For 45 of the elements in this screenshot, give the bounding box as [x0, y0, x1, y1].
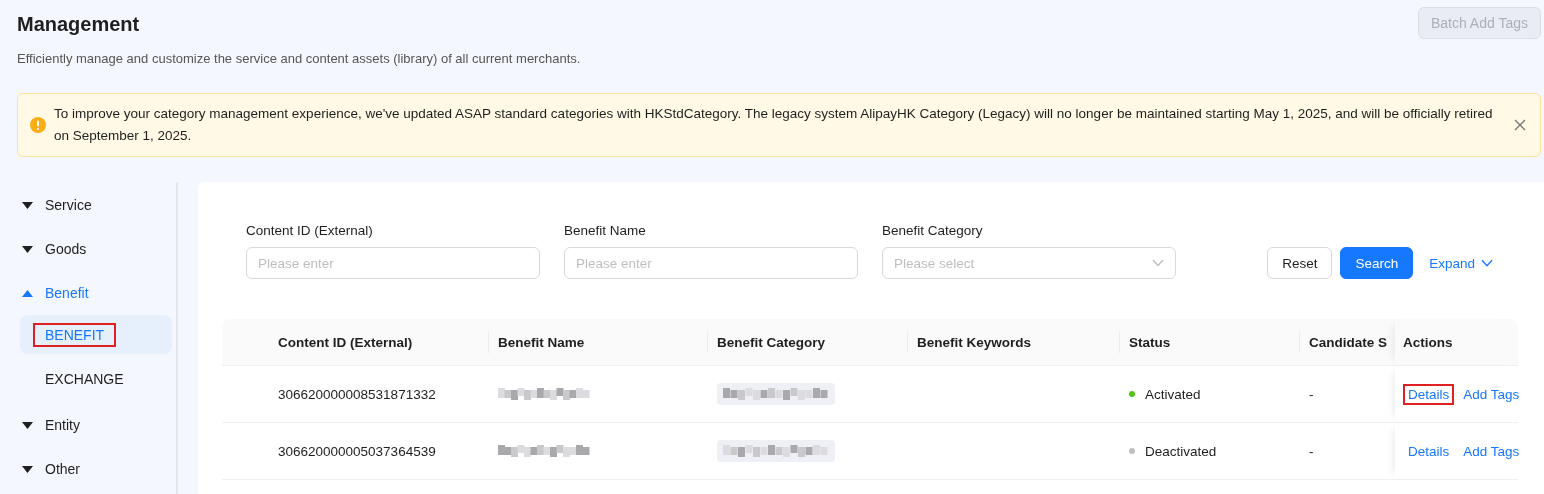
- table-cell: -: [1309, 443, 1314, 459]
- action-link[interactable]: Details: [1403, 440, 1455, 462]
- input-field[interactable]: Please enter: [246, 247, 540, 279]
- action-link[interactable]: Details: [1403, 383, 1455, 405]
- column-header: Benefit Keywords: [907, 319, 1119, 365]
- sidebar-item[interactable]: Other: [0, 447, 176, 491]
- sidebar-subitem[interactable]: EXCHANGE: [20, 359, 172, 398]
- status-text: Deactivated: [1145, 443, 1217, 459]
- column-header: Status: [1119, 319, 1299, 365]
- expand-link[interactable]: Expand: [1429, 255, 1493, 271]
- page-subtitle: Efficiently manage and customize the service and content assets (library) of all current merchants.: [16, 50, 582, 66]
- column-header: Content ID (External): [277, 333, 414, 352]
- warning-icon: [30, 117, 46, 133]
- alert-message: To improve your category management experience, we've updated ASAP standard categories with HKStdCategory. The legacy system AlipayHK Category (Legacy) will no longer be maintained starting May 1, 2025, and will be officially retired on September 1, 2025.: [54, 105, 1494, 145]
- sidebar-item[interactable]: Service: [0, 183, 176, 227]
- page-title: Management: [17, 13, 140, 36]
- caret-icon: [22, 465, 33, 473]
- sidebar-item[interactable]: Benefit: [0, 271, 176, 315]
- sidebar-item[interactable]: Entity: [0, 403, 176, 447]
- sidebar-subitem[interactable]: BENEFIT: [20, 315, 172, 354]
- caret-icon: [22, 289, 33, 297]
- close-icon[interactable]: [1514, 119, 1526, 131]
- search-button[interactable]: Search: [1340, 247, 1414, 279]
- action-link[interactable]: Add Tags: [1458, 383, 1525, 405]
- field-label: Content ID (External): [246, 223, 374, 238]
- caret-icon: [22, 421, 33, 429]
- column-header: Actions: [1395, 319, 1518, 365]
- caret-icon: [22, 201, 33, 209]
- chevron-down-icon: [1152, 259, 1164, 267]
- sidebar-item[interactable]: Goods: [0, 227, 176, 271]
- field-label: Benefit Category: [882, 223, 984, 238]
- column-header: Benefit Name: [488, 319, 707, 365]
- field-label: Benefit Name: [564, 223, 647, 238]
- caret-icon: [22, 245, 33, 253]
- table-cell: 306620000008531871332: [278, 386, 436, 402]
- chevron-down-icon: [1481, 259, 1493, 267]
- highlight-frame: BENEFIT: [33, 322, 117, 347]
- input-field[interactable]: Please enter: [564, 247, 858, 279]
- table-cell: 306620000005037364539: [278, 443, 436, 459]
- column-header: Benefit Category: [707, 319, 907, 365]
- column-header: Candidate S: [1299, 319, 1395, 365]
- status-text: Activated: [1145, 386, 1201, 402]
- reset-button[interactable]: Reset: [1267, 247, 1333, 279]
- table-cell: -: [1309, 386, 1314, 402]
- action-link[interactable]: Add Tags: [1458, 440, 1525, 462]
